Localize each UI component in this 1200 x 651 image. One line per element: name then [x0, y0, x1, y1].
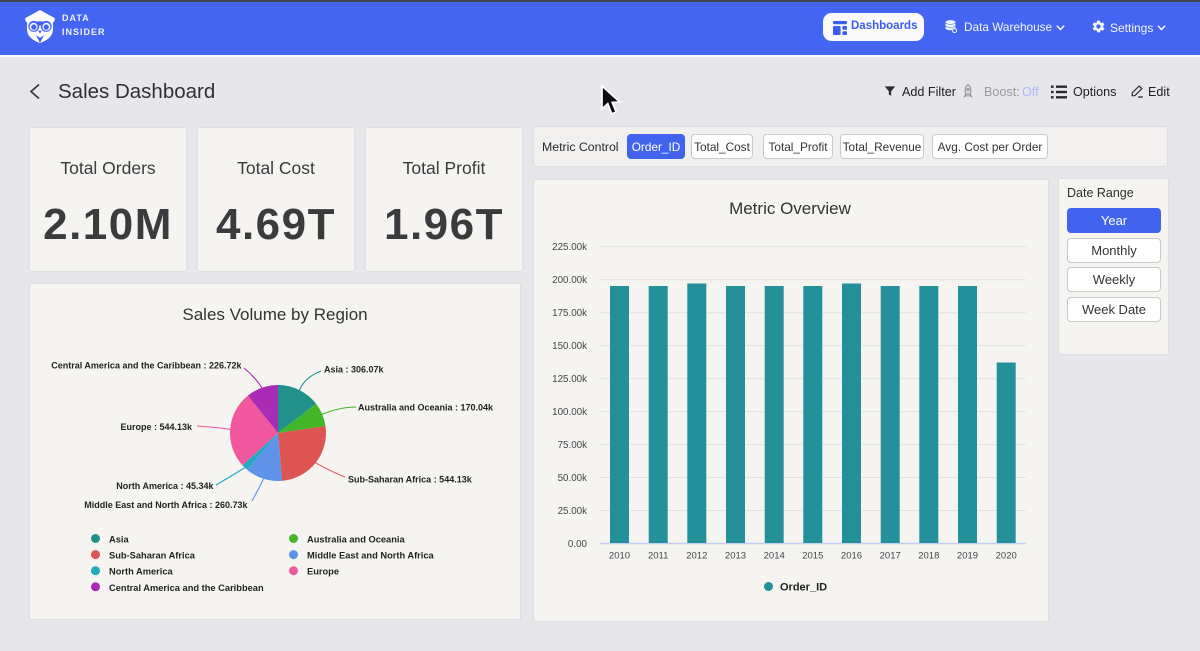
svg-text:200.00k: 200.00k: [552, 275, 587, 286]
svg-text:2016: 2016: [841, 551, 862, 562]
svg-text:Central America and the Caribb: Central America and the Caribbean: [109, 583, 264, 593]
svg-text:Europe: Europe: [307, 567, 339, 577]
svg-text:Sub-Saharan Africa: Sub-Saharan Africa: [109, 551, 196, 561]
svg-text:50.00k: 50.00k: [558, 473, 588, 484]
svg-text:Australia and Oceania: Australia and Oceania: [307, 535, 405, 545]
svg-text:North America : 45.34k: North America : 45.34k: [116, 481, 214, 491]
svg-text:2010: 2010: [609, 551, 630, 562]
svg-text:Middle East and North Africa :: Middle East and North Africa : 260.73k: [84, 500, 248, 510]
svg-text:125.00k: 125.00k: [552, 374, 587, 385]
svg-text:Central America and the Caribb: Central America and the Caribbean : 226.…: [51, 361, 242, 371]
svg-text:25.00k: 25.00k: [558, 506, 588, 517]
svg-text:2019: 2019: [957, 551, 978, 562]
svg-text:100.00k: 100.00k: [552, 407, 587, 418]
svg-text:150.00k: 150.00k: [552, 341, 587, 352]
svg-text:Asia: Asia: [109, 535, 129, 545]
svg-text:225.00k: 225.00k: [552, 242, 587, 253]
svg-text:Order_ID: Order_ID: [780, 582, 827, 594]
svg-text:Asia : 306.07k: Asia : 306.07k: [324, 365, 385, 375]
svg-text:2020: 2020: [996, 551, 1017, 562]
svg-text:175.00k: 175.00k: [552, 308, 587, 319]
svg-text:0.00: 0.00: [568, 539, 588, 550]
svg-text:Europe : 544.13k: Europe : 544.13k: [120, 422, 193, 432]
svg-text:2013: 2013: [725, 551, 746, 562]
svg-text:2018: 2018: [918, 551, 939, 562]
svg-text:2014: 2014: [764, 551, 785, 562]
svg-text:Metric Overview: Metric Overview: [729, 199, 852, 218]
svg-text:2011: 2011: [648, 551, 668, 562]
svg-text:75.00k: 75.00k: [558, 440, 588, 451]
svg-text:Sub-Saharan Africa : 544.13k: Sub-Saharan Africa : 544.13k: [348, 475, 473, 485]
svg-text:Australia and Oceania : 170.04: Australia and Oceania : 170.04k: [358, 403, 494, 413]
svg-text:2017: 2017: [880, 551, 901, 562]
svg-text:2012: 2012: [686, 551, 707, 562]
svg-text:Middle East and North Africa: Middle East and North Africa: [307, 551, 435, 561]
svg-text:North America: North America: [109, 567, 174, 577]
svg-text:2015: 2015: [802, 551, 823, 562]
